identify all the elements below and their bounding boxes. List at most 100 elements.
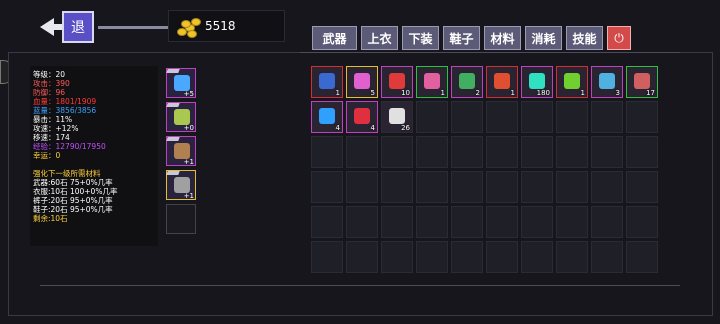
inventory-slot-empty[interactable] [451,241,483,273]
inventory-item[interactable]: 1 [486,66,518,98]
equip-slot-shoes[interactable]: +1 [166,170,196,200]
inventory-slot-empty[interactable] [486,171,518,203]
inventory-item[interactable]: 5 [346,66,378,98]
equip-slot-empty[interactable] [166,204,196,234]
equip-level: +1 [183,158,194,166]
stat-line: 攻速：+12% [33,124,79,133]
inventory-slot-empty[interactable] [381,171,413,203]
equip-slot-top[interactable]: +0 [166,102,196,132]
equip-slot-bottom[interactable]: +1 [166,136,196,166]
inventory-item[interactable]: 3 [591,66,623,98]
inventory-slot-empty[interactable] [416,136,448,168]
inventory-slot-empty[interactable] [486,206,518,238]
item-icon [319,73,335,89]
stat-line: 幸运：0 [33,151,61,160]
tab-4[interactable]: 材料 [484,26,521,50]
inventory-slot-empty[interactable] [591,136,623,168]
stat-line: 攻击：390 [33,79,70,88]
inventory-slot-empty[interactable] [346,206,378,238]
inventory-slot-empty[interactable] [556,101,588,133]
inventory-slot-empty[interactable] [521,101,553,133]
inventory-slot-empty[interactable] [556,206,588,238]
item-icon [389,73,405,89]
inventory-slot-empty[interactable] [416,171,448,203]
stat-line: 等级：20 [33,70,66,79]
inventory-slot-empty[interactable] [591,101,623,133]
inventory-slot-empty[interactable] [346,241,378,273]
inventory-slot-empty[interactable] [451,171,483,203]
inventory-slot-empty[interactable] [486,101,518,133]
back-button[interactable]: 退 [62,11,94,43]
inventory-item[interactable]: 1 [311,66,343,98]
inventory-slot-empty[interactable] [591,206,623,238]
inventory-item[interactable]: 4 [311,101,343,133]
inventory-slot-empty[interactable] [626,241,658,273]
tab-1[interactable]: 上衣 [361,26,398,50]
stat-line: 蓝量：3856/3856 [33,106,97,115]
inventory-slot-empty[interactable] [556,171,588,203]
back-control[interactable]: 退 [40,10,176,44]
inventory-slot-empty[interactable] [416,241,448,273]
inventory-slot-empty[interactable] [416,206,448,238]
inventory-item[interactable]: 10 [381,66,413,98]
inventory-slot-empty[interactable] [381,206,413,238]
inventory-slot-empty[interactable] [521,206,553,238]
item-count: 26 [401,124,410,132]
inventory-slot-empty[interactable] [311,241,343,273]
gold-coins-icon [175,14,203,38]
inventory-slot-empty[interactable] [486,241,518,273]
inventory-item[interactable]: 4 [346,101,378,133]
inventory-slot-empty[interactable] [626,101,658,133]
inventory-slot-empty[interactable] [451,136,483,168]
inventory-slot-empty[interactable] [521,171,553,203]
inventory-slot-empty[interactable] [626,206,658,238]
game-inventory-screen: 退 5518 武器 上衣 下装 鞋子 材料 消耗 技能 ⏻ 等级：20 攻击：390 防御：96 血… [0,0,720,324]
inventory-slot-empty[interactable] [451,101,483,133]
inventory-item[interactable]: 26 [381,101,413,133]
inventory-slot-empty[interactable] [311,171,343,203]
inventory-item[interactable]: 2 [451,66,483,98]
inventory-slot-empty[interactable] [346,136,378,168]
inventory-slot-empty[interactable] [626,171,658,203]
tab-3[interactable]: 鞋子 [443,26,480,50]
inventory-slot-empty[interactable] [381,136,413,168]
tab-6[interactable]: 技能 [566,26,603,50]
item-count: 180 [536,89,550,97]
inventory-item[interactable]: 180 [521,66,553,98]
stat-line: 剩余:10石 [33,214,68,223]
item-icon [319,108,335,124]
equip-slot-weapon[interactable]: +5 [166,68,196,98]
inventory-item[interactable]: 1 [416,66,448,98]
tab-2[interactable]: 下装 [402,26,439,50]
item-icon [529,73,545,89]
item-count: 17 [646,89,655,97]
weapon-icon [174,75,190,91]
inventory-slot-empty[interactable] [626,136,658,168]
stat-line: 衣服:10石 100+0%几率 [33,187,118,196]
inventory-slot-empty[interactable] [451,206,483,238]
inventory-slot-empty[interactable] [556,241,588,273]
inventory-slot-empty[interactable] [416,101,448,133]
tab-5[interactable]: 消耗 [525,26,562,50]
item-count: 10 [401,89,410,97]
inventory-slot-empty[interactable] [311,206,343,238]
inventory-slot-empty[interactable] [556,136,588,168]
inventory-slot-empty[interactable] [521,136,553,168]
inventory-slot-empty[interactable] [381,241,413,273]
top-icon [174,109,190,125]
inventory-slot-empty[interactable] [521,241,553,273]
item-icon [634,73,650,89]
power-icon[interactable]: ⏻ [607,26,631,50]
inventory-slot-empty[interactable] [311,136,343,168]
stat-line [33,160,155,169]
gold-amount: 5518 [205,19,236,33]
stat-line: 防御：96 [33,88,66,97]
inventory-slot-empty[interactable] [486,136,518,168]
inventory-item[interactable]: 17 [626,66,658,98]
inventory-slot-empty[interactable] [591,241,623,273]
inventory-slot-empty[interactable] [346,171,378,203]
inventory-slot-empty[interactable] [591,171,623,203]
item-icon [564,73,580,89]
tab-0[interactable]: 武器 [312,26,357,50]
inventory-item[interactable]: 1 [556,66,588,98]
